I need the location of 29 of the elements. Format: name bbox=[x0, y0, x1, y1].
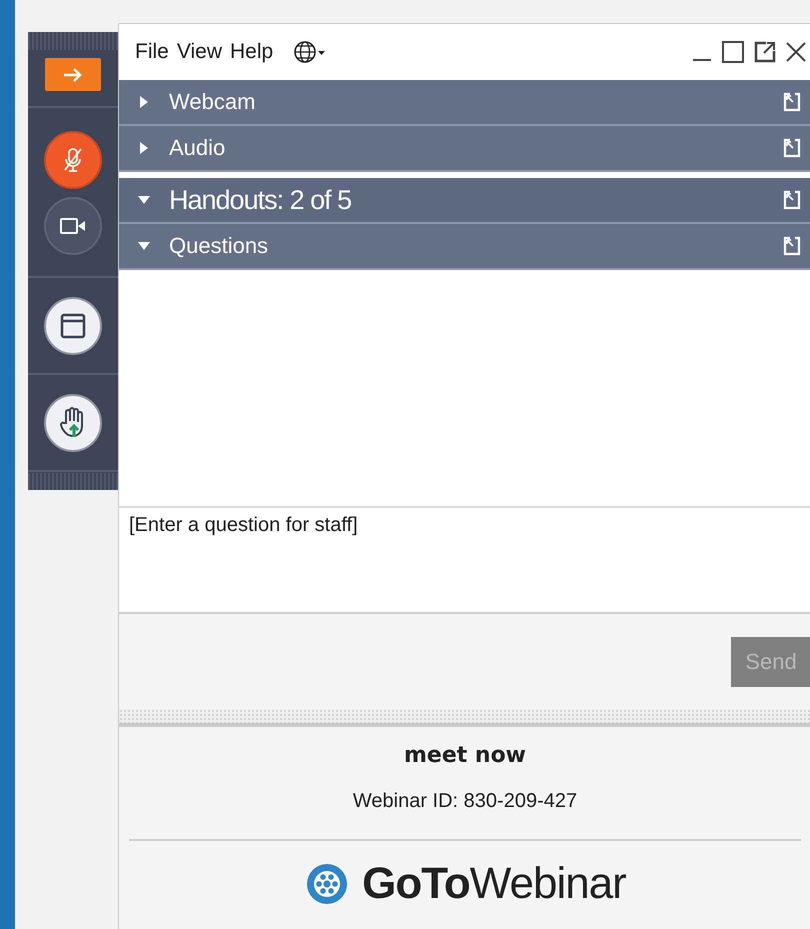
menu-item[interactable]: Help bbox=[230, 40, 274, 64]
panel-header[interactable]: Audio bbox=[119, 126, 810, 172]
undock-icon[interactable] bbox=[783, 190, 801, 210]
undock-icon[interactable] bbox=[783, 92, 801, 112]
camera-icon bbox=[60, 217, 86, 235]
language-menu-icon[interactable] bbox=[293, 40, 328, 64]
collapse-button[interactable] bbox=[45, 58, 101, 91]
panel-title: Audio bbox=[169, 135, 226, 161]
panel-title: Handouts: 2 of 5 bbox=[169, 184, 352, 216]
drag-grip[interactable] bbox=[28, 473, 118, 490]
window-icon bbox=[60, 312, 86, 338]
undock-icon[interactable] bbox=[783, 138, 801, 158]
undock-icon[interactable] bbox=[783, 236, 801, 256]
panel-title: Webcam bbox=[169, 89, 256, 115]
drag-grip[interactable] bbox=[28, 32, 118, 50]
popout-icon[interactable] bbox=[753, 40, 777, 64]
panel-header[interactable]: Webcam bbox=[119, 80, 810, 126]
maximize-icon[interactable] bbox=[721, 40, 745, 64]
session-title: meet now bbox=[404, 743, 526, 768]
panel-header[interactable]: Handouts: 2 of 5 bbox=[119, 178, 810, 224]
panel-header[interactable]: Questions bbox=[119, 224, 810, 270]
arrow-icon bbox=[62, 66, 84, 82]
logo-wordmark: GoToWebinar bbox=[362, 859, 626, 909]
webinar-id: Webinar ID: 830-209-427 bbox=[352, 790, 578, 813]
menu-item[interactable]: View bbox=[176, 40, 222, 64]
splitter-handle[interactable] bbox=[119, 709, 810, 727]
menu-item[interactable]: File bbox=[135, 40, 169, 64]
close-icon[interactable] bbox=[785, 41, 807, 63]
panel-title: Questions bbox=[169, 233, 268, 259]
